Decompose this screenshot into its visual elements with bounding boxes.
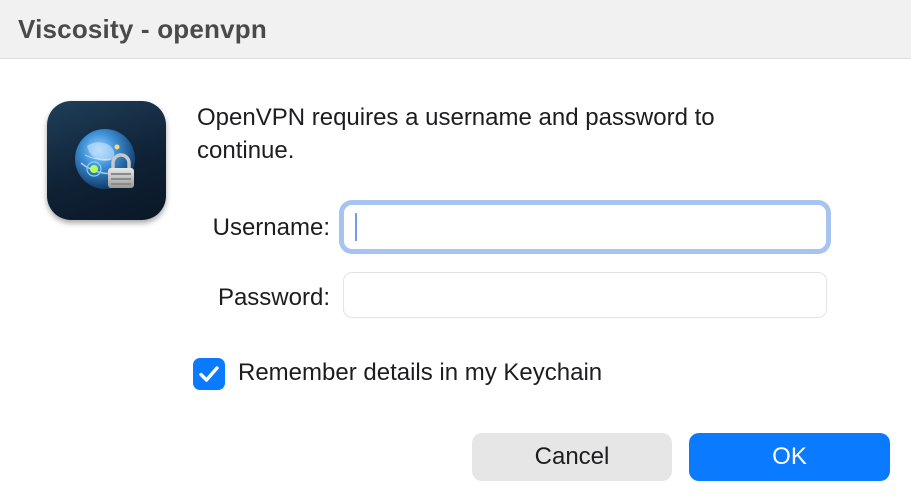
password-label: Password: bbox=[217, 284, 330, 311]
password-field[interactable] bbox=[343, 272, 827, 318]
dialog-window: Viscosity - openvpn OpenVPN requires a u… bbox=[0, 0, 911, 497]
title-bar[interactable]: Viscosity - openvpn bbox=[0, 0, 911, 59]
cancel-button[interactable]: Cancel bbox=[472, 433, 672, 481]
ok-button[interactable]: OK bbox=[689, 433, 890, 481]
text-caret bbox=[355, 213, 357, 241]
window-title: Viscosity - openvpn bbox=[18, 14, 267, 44]
username-field[interactable] bbox=[343, 204, 827, 250]
viscosity-globe-lock-icon bbox=[47, 101, 166, 220]
checkmark-icon bbox=[199, 366, 219, 382]
remember-checkbox[interactable] bbox=[193, 358, 225, 390]
remember-checkbox-label[interactable]: Remember details in my Keychain bbox=[238, 359, 602, 387]
dialog-message: OpenVPN requires a username and password… bbox=[197, 104, 715, 164]
username-label: Username: bbox=[212, 214, 330, 241]
